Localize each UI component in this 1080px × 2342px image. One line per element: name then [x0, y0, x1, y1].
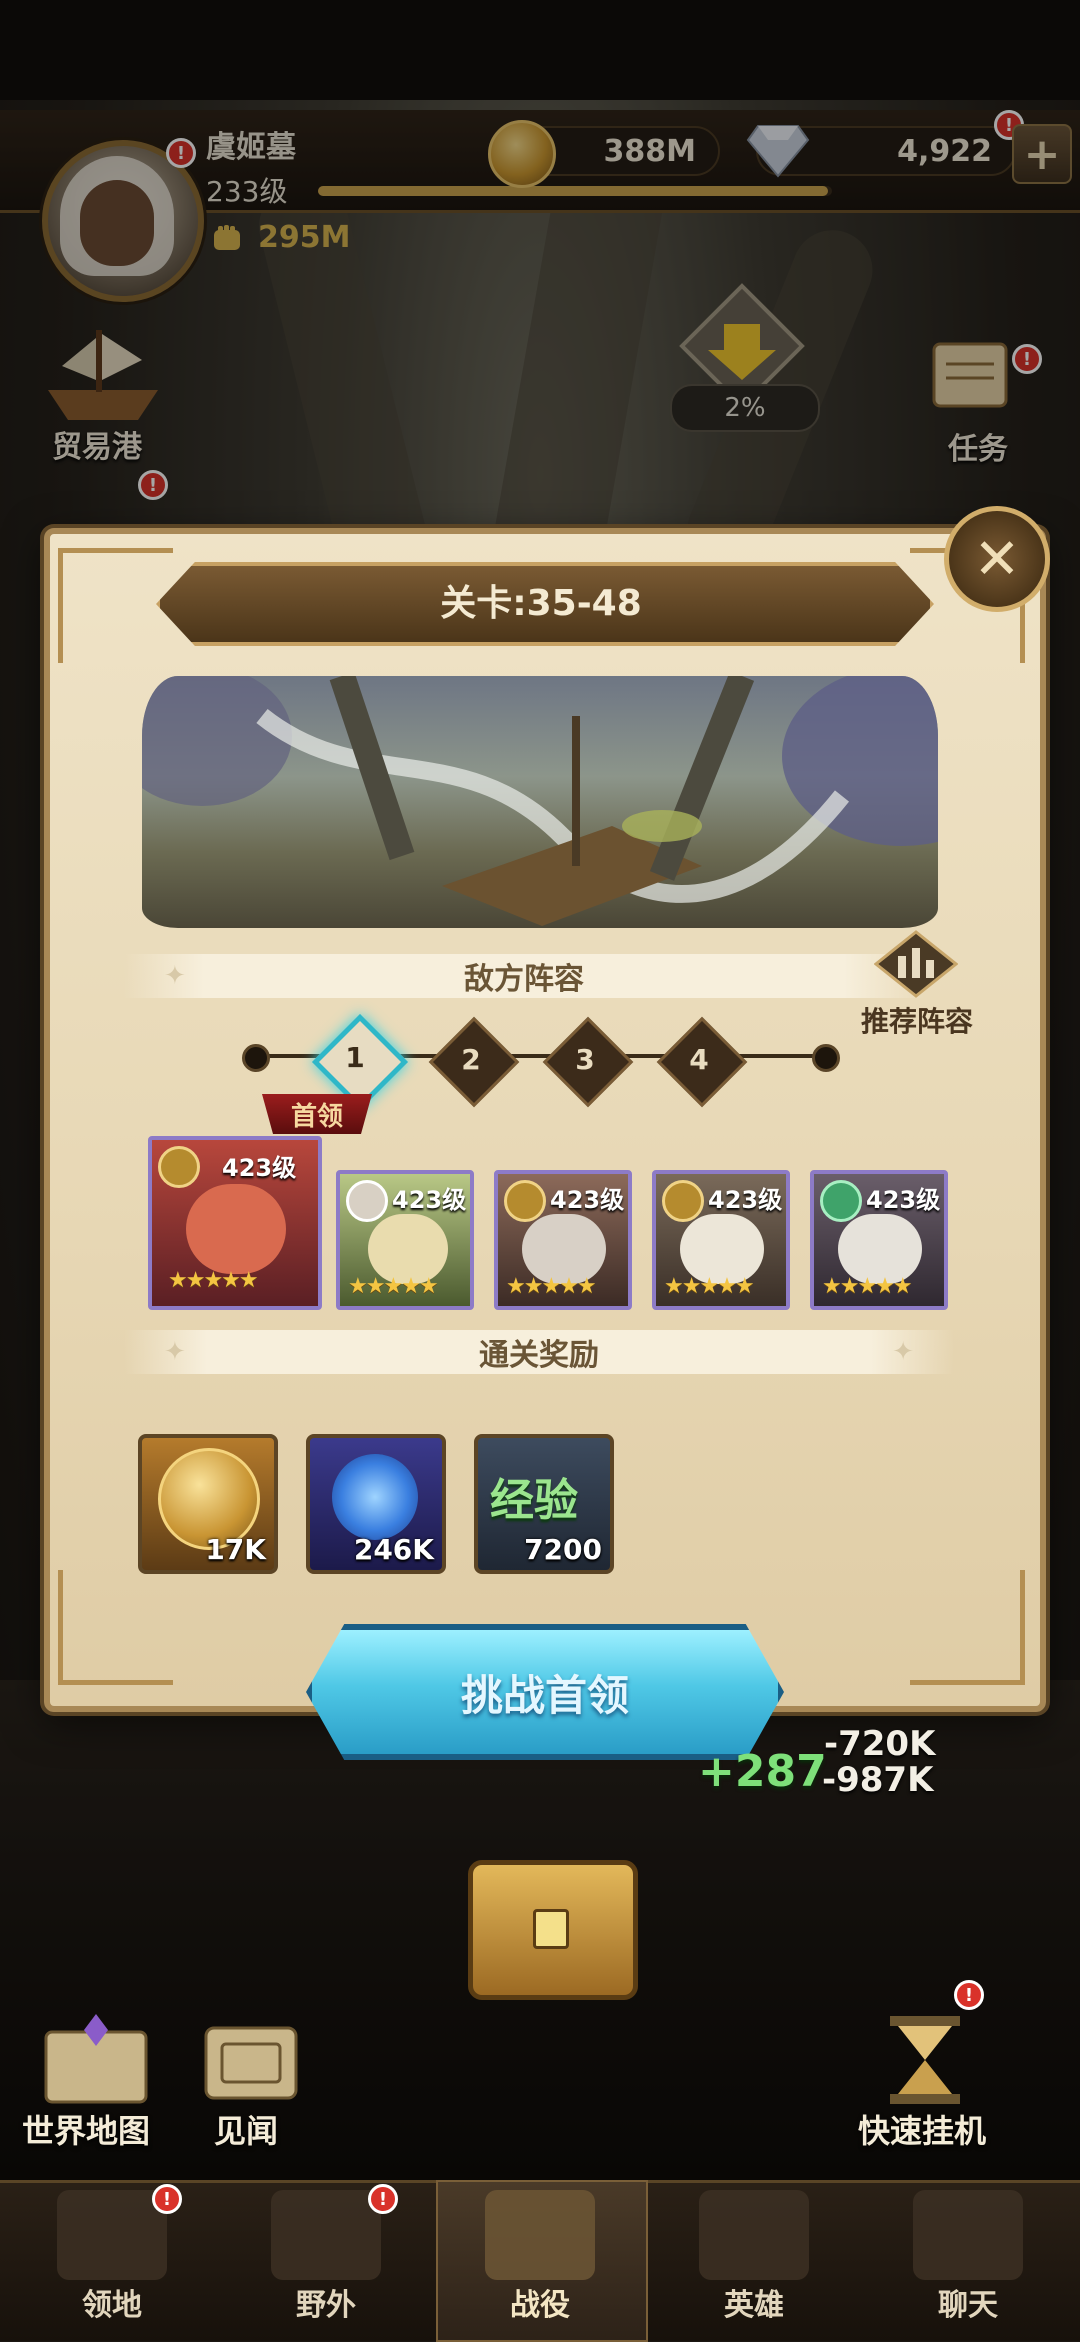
fast-idle-alert-badge: ! — [954, 1980, 984, 2010]
fast-idle-label[interactable]: 快速挂机 — [858, 2106, 986, 2152]
clear-rewards-header: ✦ ✦ 通关奖励 — [124, 1330, 954, 1374]
sparkle-icon: ✦ — [892, 1337, 914, 1367]
nav-label: 英雄 — [724, 2288, 784, 2323]
hero-level: 423级 — [392, 1186, 467, 1214]
nav-item-field[interactable]: 野外 — [226, 2184, 426, 2334]
field-alert-badge: ! — [368, 2184, 398, 2214]
recommend-lineup-icon[interactable] — [874, 930, 958, 998]
nav-item-campaign[interactable]: 战役 — [440, 2184, 640, 2334]
journal-label[interactable]: 见闻 — [214, 2106, 278, 2152]
modal-corner-ornament — [910, 1570, 1025, 1685]
recommend-lineup-label[interactable]: 推荐阵容 — [844, 1000, 990, 1040]
journal-icon[interactable] — [196, 2010, 306, 2110]
reward-amount: 246K — [353, 1533, 434, 1566]
wave-1-number[interactable]: 1 — [320, 1022, 390, 1092]
stage-preview-image — [142, 676, 938, 928]
hero-level: 423级 — [222, 1154, 297, 1182]
hero-portrait — [186, 1184, 286, 1274]
crossed-swords-icon — [485, 2190, 595, 2280]
nav-item-territory[interactable]: 领地 — [12, 2184, 212, 2334]
sparkle-icon: ✦ — [164, 1337, 186, 1367]
hero-essence-icon — [332, 1454, 418, 1540]
damage-number: -720K — [824, 1724, 936, 1764]
challenge-boss-label: 挑战首领 — [460, 1670, 629, 1720]
close-button[interactable]: ✕ — [944, 506, 1050, 612]
stage-title: 关卡:35-48 — [440, 583, 642, 624]
wave-2-number[interactable]: 2 — [436, 1024, 506, 1094]
reward-essence[interactable]: 246K — [306, 1434, 446, 1574]
clear-rewards-title: 通关奖励 — [479, 1338, 599, 1373]
territory-alert-badge: ! — [152, 2184, 182, 2214]
hero-stars: ★★★★★ — [506, 1274, 597, 1299]
damage-number: -987K — [822, 1760, 934, 1800]
challenge-boss-button[interactable]: 挑战首领 — [306, 1624, 784, 1760]
hourglass-icon[interactable] — [880, 2010, 970, 2110]
hero-stars: ★★★★★ — [168, 1268, 259, 1293]
wave-4-number[interactable]: 4 — [664, 1024, 734, 1094]
exp-icon-label: 经验 — [490, 1475, 578, 1526]
nav-label: 领地 — [82, 2288, 142, 2323]
chest-lock-icon — [533, 1909, 569, 1949]
hero-level: 423级 — [550, 1186, 625, 1214]
enemy-hero-card[interactable]: 423级 ★★★★★ — [494, 1170, 632, 1310]
faction-icon — [662, 1180, 704, 1222]
wave-3-number[interactable]: 3 — [550, 1024, 620, 1094]
hero-level: 423级 — [866, 1186, 941, 1214]
faction-icon — [820, 1180, 862, 1222]
hero-stars: ★★★★★ — [822, 1274, 913, 1299]
status-bar — [0, 0, 1080, 100]
reward-amount: 7200 — [524, 1533, 602, 1566]
heal-number: +287 — [698, 1746, 827, 1797]
hero-stars: ★★★★★ — [348, 1274, 439, 1299]
scroll-map-icon — [271, 2190, 381, 2280]
reward-amount: 17K — [205, 1533, 266, 1566]
wave-track-start — [242, 1044, 270, 1072]
faction-icon — [504, 1180, 546, 1222]
nav-item-heroes[interactable]: 英雄 — [654, 2184, 854, 2334]
reward-exp[interactable]: 经验 7200 — [474, 1434, 614, 1574]
hero-stars: ★★★★★ — [664, 1274, 755, 1299]
nav-item-chat[interactable]: 聊天 — [868, 2184, 1068, 2334]
nav-label: 野外 — [296, 2288, 356, 2323]
sparkle-icon: ✦ — [164, 961, 186, 991]
castle-icon — [57, 2190, 167, 2280]
chat-bubble-icon — [913, 2190, 1023, 2280]
enemy-hero-card[interactable]: 423级 ★★★★★ — [652, 1170, 790, 1310]
faction-icon — [346, 1180, 388, 1222]
stage-preview-art — [142, 676, 938, 926]
enemy-hero-card[interactable]: 423级 ★★★★★ — [810, 1170, 948, 1310]
world-map-icon[interactable] — [36, 2010, 156, 2110]
boss-tag: 首领 — [262, 1094, 372, 1134]
enemy-hero-card[interactable]: 423级 ★★★★★ — [336, 1170, 474, 1310]
wave-track-end — [812, 1044, 840, 1072]
enemy-lineup-title: 敌方阵容 — [464, 962, 584, 997]
enemy-lineup-header: ✦ 敌方阵容 — [124, 954, 924, 998]
hero-level: 423级 — [708, 1186, 783, 1214]
faction-icon — [158, 1146, 200, 1188]
world-map-label[interactable]: 世界地图 — [22, 2106, 150, 2152]
reward-gold[interactable]: 17K — [138, 1434, 278, 1574]
modal-corner-ornament — [58, 1570, 173, 1685]
nav-label: 战役 — [510, 2288, 570, 2323]
treasure-chest-icon[interactable] — [468, 1860, 638, 2000]
helmet-icon — [699, 2190, 809, 2280]
nav-label: 聊天 — [938, 2288, 998, 2323]
enemy-hero-card-boss[interactable]: 423级 ★★★★★ — [148, 1136, 322, 1310]
